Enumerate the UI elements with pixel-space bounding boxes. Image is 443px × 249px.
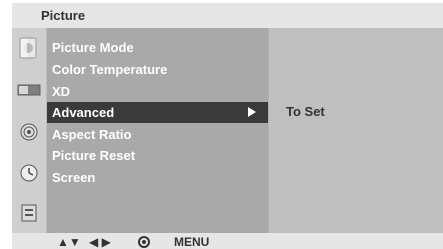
menu-item-label: Screen bbox=[52, 170, 96, 185]
menu-item-label: Picture Reset bbox=[52, 148, 136, 163]
left-right-arrows-icon: ◀ ▶ bbox=[89, 235, 111, 249]
menu-item-label: Picture Mode bbox=[52, 40, 134, 55]
menu-item-aspect-ratio[interactable]: Aspect Ratio bbox=[47, 124, 268, 145]
menu-item-label: Color Temperature bbox=[52, 62, 168, 77]
page-title: Picture bbox=[41, 8, 86, 23]
menu-item-xd[interactable]: XD bbox=[47, 81, 268, 102]
picture-menu-list: Picture Mode Color Temperature XD Advanc… bbox=[47, 28, 268, 233]
menu-item-label: XD bbox=[52, 84, 71, 99]
menu-label: MENU bbox=[174, 235, 210, 249]
picture-icon[interactable] bbox=[12, 28, 46, 68]
menu-item-label: Aspect Ratio bbox=[52, 127, 132, 142]
ok-button-icon bbox=[138, 236, 150, 248]
time-icon[interactable] bbox=[12, 153, 46, 193]
submenu-arrow-icon bbox=[248, 107, 256, 117]
screen-icon[interactable] bbox=[12, 70, 46, 110]
menu-item-label: Advanced bbox=[52, 105, 115, 120]
submenu-to-set[interactable]: To Set bbox=[286, 104, 325, 119]
menu-item-picture-reset[interactable]: Picture Reset bbox=[47, 145, 268, 166]
option-icon[interactable] bbox=[12, 112, 46, 152]
menu-item-screen[interactable]: Screen bbox=[47, 167, 268, 188]
footer-help-bar: ▲▼ ◀ ▶ MENU bbox=[12, 233, 443, 249]
submenu-panel: To Set bbox=[268, 28, 443, 233]
menu-item-picture-mode[interactable]: Picture Mode bbox=[47, 37, 268, 58]
menu-item-color-temperature[interactable]: Color Temperature bbox=[47, 59, 268, 80]
osd-menu: Picture Picture Mode Color Temperature X… bbox=[12, 3, 443, 249]
icon-column bbox=[12, 28, 47, 233]
lock-icon[interactable] bbox=[12, 193, 46, 233]
up-down-arrows-icon: ▲▼ bbox=[57, 235, 81, 249]
menu-item-advanced[interactable]: Advanced bbox=[47, 102, 268, 123]
title-bar: Picture bbox=[12, 3, 443, 28]
